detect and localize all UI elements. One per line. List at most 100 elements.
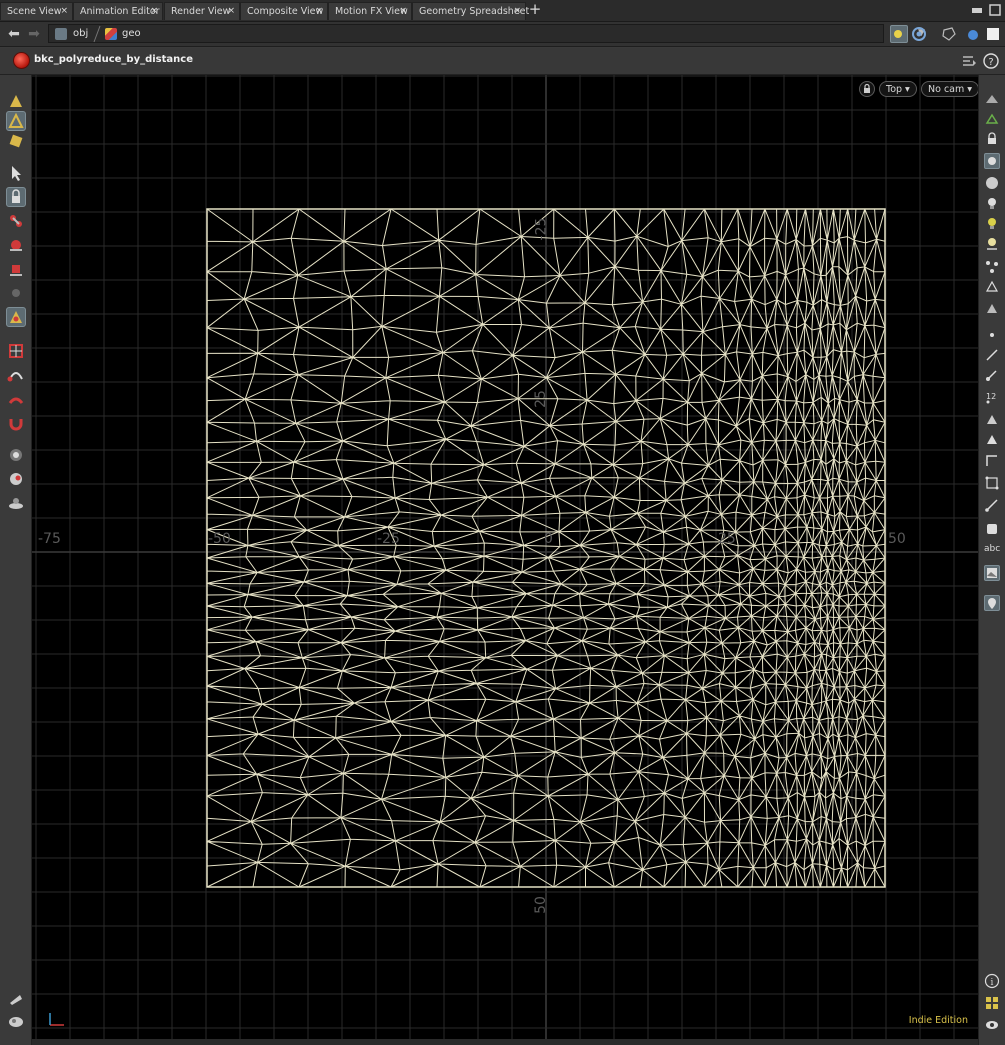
select-edges-icon[interactable] <box>6 111 26 131</box>
vertex-icon[interactable] <box>984 453 1000 469</box>
prim-numbers-icon[interactable] <box>984 431 1000 447</box>
snap-prim-icon[interactable] <box>6 389 26 409</box>
ghost-icon[interactable] <box>984 153 1000 169</box>
help-icon[interactable]: ? <box>982 52 1000 70</box>
info-icon[interactable]: i <box>984 973 1000 989</box>
node-name: bkc_polyreduce_by_distance <box>34 54 193 65</box>
viewer-options-icon[interactable] <box>960 52 978 70</box>
axis-label-x-neg75: -75 <box>38 531 61 547</box>
back-button[interactable]: ⬅ <box>6 26 22 42</box>
template-icon[interactable] <box>984 111 1000 127</box>
close-icon[interactable]: × <box>315 3 323 20</box>
close-icon[interactable]: × <box>60 3 68 20</box>
axis-label-x-neg50: -50 <box>208 531 231 547</box>
maximize-icon[interactable] <box>988 3 1002 17</box>
display-points-icon[interactable] <box>984 301 1000 317</box>
tab-render-view[interactable]: Render View × <box>164 2 240 20</box>
guide-icon[interactable] <box>984 595 1000 611</box>
axis-label-x-neg25: -25 <box>377 531 400 547</box>
point-normal-icon[interactable] <box>984 367 1000 383</box>
edge-icon[interactable] <box>984 497 1000 513</box>
shading-icon[interactable] <box>964 25 982 43</box>
flipbook-icon[interactable] <box>6 989 26 1009</box>
camera-lock-icon[interactable] <box>859 81 875 97</box>
scene-viewport[interactable]: Top ▾ No cam ▾ -75 -50 -25 0 25 50 -25 2… <box>32 75 978 1040</box>
tab-label: Animation Editor <box>80 6 160 17</box>
quad-view-icon[interactable] <box>984 995 1000 1011</box>
eye-icon[interactable] <box>984 1017 1000 1033</box>
tab-label: Motion FX View <box>335 6 408 17</box>
pin-icon[interactable] <box>890 25 908 43</box>
env-light-icon[interactable] <box>984 235 1000 251</box>
move-tool-icon[interactable] <box>6 211 26 231</box>
breadcrumb-obj[interactable]: obj <box>73 27 88 41</box>
point-numbers-icon[interactable]: 12 <box>984 389 1000 405</box>
tab-motion-fx-view[interactable]: Motion FX View × <box>328 2 412 20</box>
edition-label: Indie Edition <box>908 1015 968 1026</box>
camera-icon[interactable] <box>6 445 26 465</box>
tab-scene-view[interactable]: Scene View × <box>0 2 73 20</box>
tab-label: Render View <box>171 6 231 17</box>
scale-tool-icon[interactable] <box>6 259 26 279</box>
link-icon[interactable] <box>910 25 928 43</box>
pose-tool-icon[interactable] <box>6 283 26 303</box>
network-path-field[interactable]: obj geo ▼ <box>48 24 925 43</box>
rotate-tool-icon[interactable] <box>6 235 26 255</box>
light-icon[interactable] <box>984 195 1000 211</box>
forward-button[interactable]: ➡ <box>26 26 42 42</box>
close-icon[interactable]: × <box>227 3 235 20</box>
view-menu-button[interactable]: Top ▾ <box>879 81 917 97</box>
tab-composite-view[interactable]: Composite View × <box>240 2 328 20</box>
particles-icon[interactable] <box>984 259 1000 275</box>
svg-text:12: 12 <box>986 392 996 401</box>
tab-geometry-spreadsheet[interactable]: Geometry Spreadsheet × <box>412 2 529 20</box>
point-icon[interactable] <box>984 327 1000 343</box>
close-icon[interactable]: × <box>399 3 407 20</box>
viewer-header: bkc_polyreduce_by_distance ? <box>0 48 1005 75</box>
snap-grid-icon[interactable] <box>6 341 26 361</box>
lock-icon[interactable] <box>984 131 1000 147</box>
sphere-icon[interactable] <box>984 175 1000 191</box>
prim-normal-icon[interactable] <box>984 411 1000 427</box>
pane-menu-icon[interactable] <box>970 3 984 17</box>
magnet-icon[interactable] <box>6 413 26 433</box>
left-toolbar <box>0 75 32 1045</box>
tab-label: Scene View <box>7 6 62 17</box>
normal-icon[interactable] <box>984 347 1000 363</box>
select-arrow-icon[interactable] <box>6 163 26 183</box>
breadcrumb-geo[interactable]: geo <box>122 27 141 41</box>
axis-label-x-zero: 0 <box>544 531 553 547</box>
viewport-bottom-strip <box>32 1039 978 1045</box>
bones-icon[interactable] <box>984 279 1000 295</box>
view-cam-icon[interactable] <box>6 469 26 489</box>
render-region-icon[interactable] <box>6 493 26 513</box>
select-faces-icon[interactable] <box>6 131 26 151</box>
background-image-icon[interactable] <box>984 565 1000 581</box>
axis-label-y-25: 25 <box>532 390 549 408</box>
snap-curve-icon[interactable] <box>6 365 26 385</box>
axis-label-y-neg25: -25 <box>533 217 550 241</box>
render-icon[interactable] <box>6 1011 26 1031</box>
close-icon[interactable]: × <box>513 3 521 20</box>
uv-icon[interactable] <box>984 475 1000 491</box>
add-tab-button[interactable]: + <box>527 2 543 18</box>
spotlight-icon[interactable] <box>984 215 1000 231</box>
lock-selection-icon[interactable] <box>6 187 26 207</box>
breadcrumb-separator <box>93 25 101 43</box>
tab-animation-editor[interactable]: Animation Editor × <box>73 2 163 20</box>
right-toolbar: 12 abc i <box>978 75 1005 1045</box>
display-toggle-icon[interactable] <box>984 91 1000 107</box>
pane-tab-bar: Scene View × Animation Editor × Render Vie… <box>0 0 1005 22</box>
viewport-canvas[interactable] <box>32 75 978 1040</box>
node-icon <box>13 52 30 69</box>
hull-icon[interactable] <box>984 521 1000 537</box>
select-points-icon[interactable] <box>6 91 26 111</box>
camera-menu-button[interactable]: No cam ▾ <box>921 81 978 97</box>
background-icon[interactable] <box>984 25 1002 43</box>
display-options-icon[interactable] <box>940 25 958 43</box>
axis-label-x-25: 25 <box>718 531 736 547</box>
handle-tool-icon[interactable] <box>6 307 26 327</box>
close-icon[interactable]: × <box>150 3 158 20</box>
text-tool-icon[interactable]: abc <box>984 541 1000 557</box>
info-glyph: i <box>991 978 994 988</box>
